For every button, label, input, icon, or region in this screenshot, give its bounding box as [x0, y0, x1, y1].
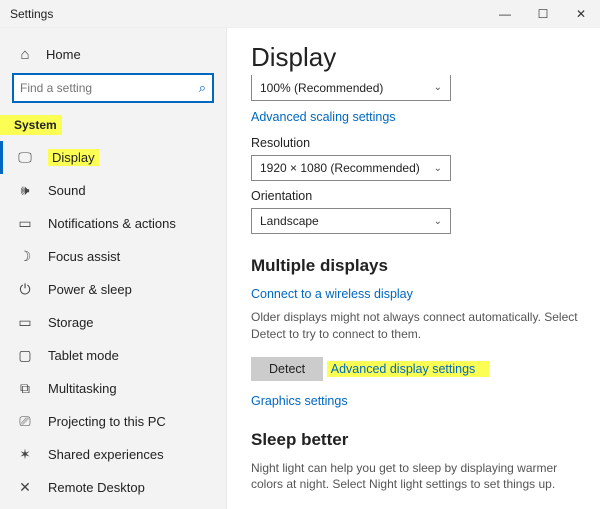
sidebar-item-label: Remote Desktop: [48, 480, 145, 495]
sound-icon: 🕪: [16, 182, 34, 199]
sidebar-item-label: Shared experiences: [48, 447, 164, 462]
sidebar-item-label: Projecting to this PC: [48, 414, 166, 429]
sidebar-item-multitasking[interactable]: ⧉ Multitasking: [0, 372, 226, 405]
power-icon: ⏻: [16, 281, 34, 298]
advanced-display-settings-link[interactable]: Advanced display settings: [327, 361, 489, 377]
search-box[interactable]: ⌕: [12, 73, 214, 103]
sidebar: ⌂ Home ⌕ System 🖵 Display 🕪 Sound ▭ Noti…: [0, 28, 227, 509]
sidebar-item-remote-desktop[interactable]: ✕ Remote Desktop: [0, 471, 226, 504]
sidebar-item-tablet-mode[interactable]: ▢ Tablet mode: [0, 339, 226, 372]
scale-value: 100% (Recommended): [260, 81, 383, 95]
tablet-icon: ▢: [16, 347, 34, 364]
sidebar-item-label: Notifications & actions: [48, 216, 176, 231]
resolution-value: 1920 × 1080 (Recommended): [260, 161, 420, 175]
sidebar-item-power-sleep[interactable]: ⏻ Power & sleep: [0, 273, 226, 306]
resolution-label: Resolution: [251, 136, 580, 150]
window-title: Settings: [10, 7, 53, 21]
sidebar-item-label: Tablet mode: [48, 348, 119, 363]
chevron-down-icon: ⌄: [434, 82, 442, 93]
sidebar-item-notifications[interactable]: ▭ Notifications & actions: [0, 207, 226, 240]
chevron-down-icon: ⌄: [434, 163, 442, 174]
remote-icon: ✕: [16, 479, 34, 496]
sidebar-item-projecting[interactable]: ⎚ Projecting to this PC: [0, 405, 226, 438]
sidebar-item-label: Storage: [48, 315, 94, 330]
search-wrap: ⌕: [0, 73, 226, 115]
advanced-scaling-link[interactable]: Advanced scaling settings: [251, 110, 396, 124]
notifications-icon: ▭: [16, 215, 34, 232]
sidebar-item-label: Power & sleep: [48, 282, 132, 297]
sleep-better-heading: Sleep better: [251, 430, 580, 450]
orientation-label: Orientation: [251, 189, 580, 203]
sidebar-item-display[interactable]: 🖵 Display: [0, 141, 226, 174]
storage-icon: ▭: [16, 314, 34, 331]
home-icon: ⌂: [16, 46, 34, 63]
resolution-combo[interactable]: 1920 × 1080 (Recommended) ⌄: [251, 155, 451, 181]
scale-combo[interactable]: 100% (Recommended) ⌄: [251, 75, 451, 101]
home-button[interactable]: ⌂ Home: [0, 40, 226, 73]
sidebar-item-label: Multitasking: [48, 381, 117, 396]
sidebar-item-label: Focus assist: [48, 249, 120, 264]
detect-button[interactable]: Detect: [251, 357, 323, 381]
titlebar: Settings — ☐ ✕: [0, 0, 600, 28]
sleep-better-text: Night light can help you get to sleep by…: [251, 460, 580, 494]
focus-assist-icon: ☽: [16, 248, 34, 265]
main-panel: Display 100% (Recommended) ⌄ Advanced sc…: [227, 28, 600, 509]
nav-list: 🖵 Display 🕪 Sound ▭ Notifications & acti…: [0, 141, 226, 504]
graphics-settings-link[interactable]: Graphics settings: [251, 394, 348, 408]
search-input[interactable]: [20, 81, 199, 95]
shared-icon: ✶: [16, 446, 34, 463]
sidebar-item-focus-assist[interactable]: ☽ Focus assist: [0, 240, 226, 273]
maximize-button[interactable]: ☐: [524, 0, 562, 28]
sidebar-item-shared-experiences[interactable]: ✶ Shared experiences: [0, 438, 226, 471]
orientation-combo[interactable]: Landscape ⌄: [251, 208, 451, 234]
sidebar-item-sound[interactable]: 🕪 Sound: [0, 174, 226, 207]
sidebar-item-storage[interactable]: ▭ Storage: [0, 306, 226, 339]
older-displays-text: Older displays might not always connect …: [251, 309, 580, 343]
multitasking-icon: ⧉: [16, 380, 34, 397]
minimize-button[interactable]: —: [486, 0, 524, 28]
close-button[interactable]: ✕: [562, 0, 600, 28]
sidebar-item-label: Sound: [48, 183, 86, 198]
multiple-displays-heading: Multiple displays: [251, 256, 580, 276]
group-label-system: System: [0, 115, 62, 135]
display-icon: 🖵: [16, 149, 34, 166]
sidebar-item-label: Display: [48, 149, 99, 166]
connect-wireless-link[interactable]: Connect to a wireless display: [251, 287, 413, 301]
page-title: Display: [251, 42, 580, 73]
window-controls: — ☐ ✕: [486, 0, 600, 28]
content: ⌂ Home ⌕ System 🖵 Display 🕪 Sound ▭ Noti…: [0, 28, 600, 509]
chevron-down-icon: ⌄: [434, 216, 442, 227]
projecting-icon: ⎚: [16, 413, 34, 430]
orientation-value: Landscape: [260, 214, 319, 228]
search-icon: ⌕: [199, 80, 206, 96]
home-label: Home: [46, 47, 81, 62]
